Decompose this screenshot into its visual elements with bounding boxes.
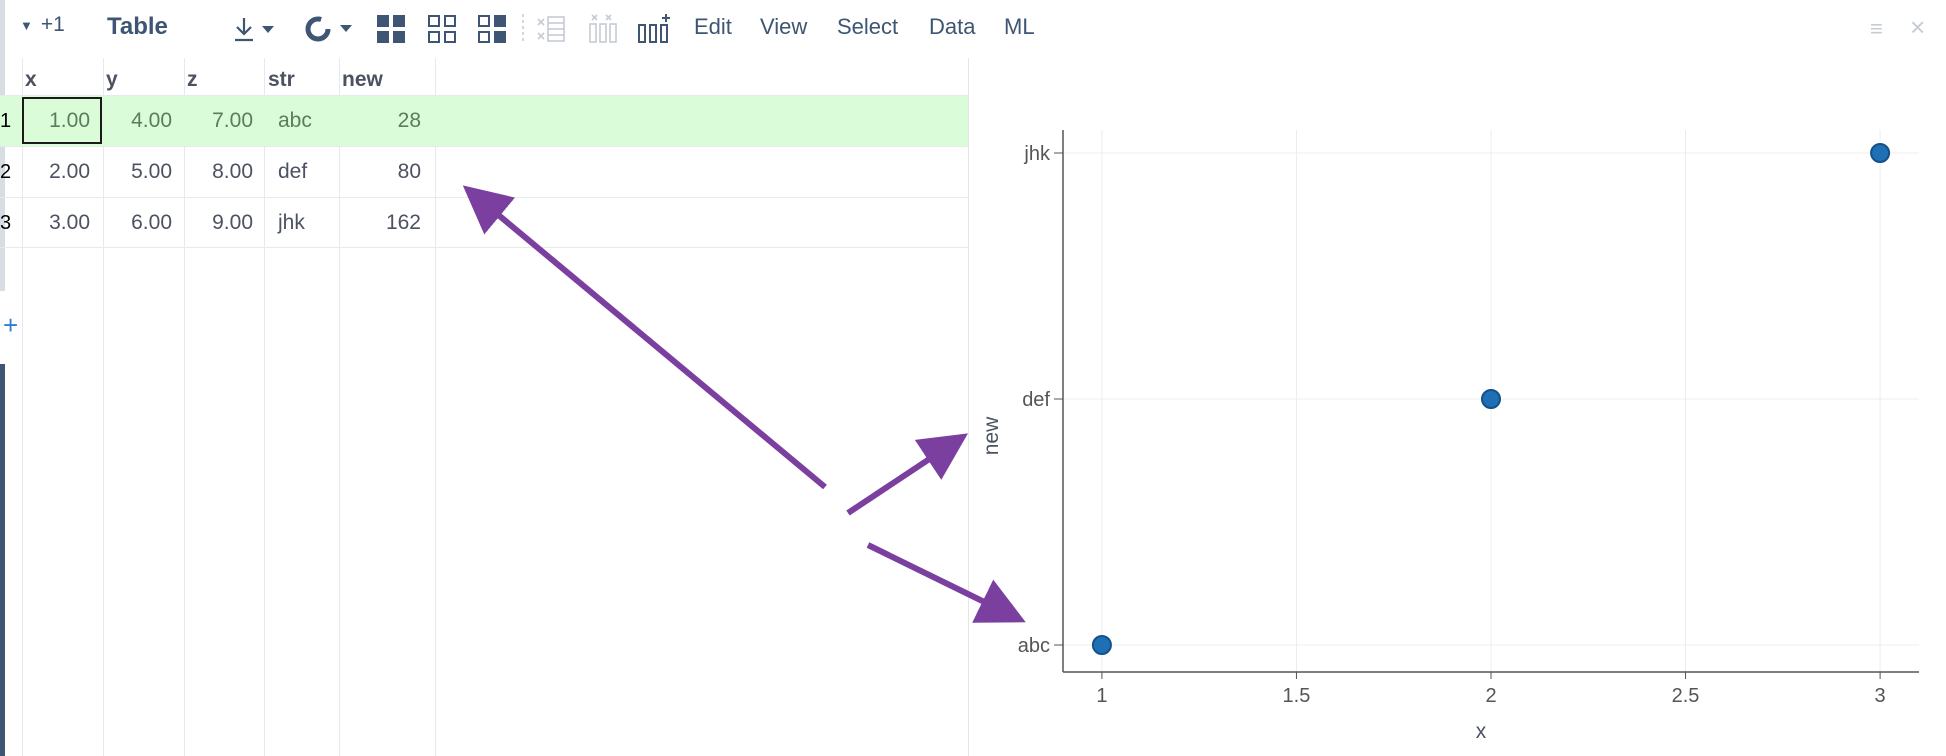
scatter-plot-panel[interactable]: 1 1.5 2 2.5 3 abc def jhk x new (968, 58, 1946, 756)
cell-str[interactable]: def (278, 160, 307, 184)
plus-icon: + (3, 310, 19, 340)
column-header-str[interactable]: str (268, 68, 295, 92)
delete-columns-icon (589, 14, 617, 43)
cell-new[interactable]: 28 (339, 109, 421, 133)
x-tick-label: 2 (1485, 685, 1496, 707)
cell-y[interactable]: 6.00 (103, 211, 172, 235)
toolbar-separator (521, 0, 525, 58)
cell-z[interactable]: 9.00 (184, 211, 253, 235)
data-grid: x y z str new 1 1.00 4.00 7.00 abc 28 2 … (0, 58, 968, 756)
cell-z[interactable]: 7.00 (184, 109, 253, 133)
cell-y[interactable]: 4.00 (103, 109, 172, 133)
data-point (1091, 635, 1112, 655)
x-tick-label: 3 (1875, 685, 1886, 707)
row-number: 3 (0, 212, 12, 234)
column-header-y[interactable]: y (106, 68, 118, 92)
delete-columns-button[interactable] (586, 0, 620, 58)
x-tick-label: 1 (1096, 685, 1107, 707)
download-button[interactable] (230, 0, 278, 58)
data-point (1481, 389, 1501, 409)
menu-ml[interactable]: ML (1004, 14, 1035, 40)
cell-str[interactable]: abc (278, 109, 312, 133)
view-count-dropdown[interactable]: ▼ +1 (20, 13, 65, 37)
column-header-z[interactable]: z (187, 68, 198, 92)
grid-outline-icon (428, 15, 456, 43)
cell-str[interactable]: jhk (278, 211, 305, 235)
x-tick-label: 2.5 (1672, 685, 1700, 707)
grid-mixed-icon (478, 15, 506, 43)
layout-mixed-button[interactable] (477, 0, 507, 58)
download-icon (235, 18, 274, 42)
hamburger-menu-icon[interactable]: ≡ (1870, 16, 1883, 42)
menu-edit[interactable]: Edit (694, 14, 732, 40)
x-tick-label: 1.5 (1283, 685, 1311, 707)
y-tick-label: abc (1018, 635, 1050, 657)
add-column-button[interactable] (636, 0, 672, 58)
view-title: Table (107, 13, 168, 40)
menu-data[interactable]: Data (929, 14, 975, 40)
cell-x[interactable]: 3.00 (22, 211, 90, 235)
delete-rows-icon (537, 16, 565, 42)
view-count-label: +1 (40, 13, 65, 36)
layout-grid-outline-button[interactable] (427, 0, 457, 58)
column-header-new[interactable]: new (342, 68, 383, 92)
menu-view[interactable]: View (760, 14, 807, 40)
table-row[interactable]: 1 1.00 4.00 7.00 abc 28 (0, 96, 968, 146)
row-number: 2 (0, 161, 12, 183)
toolbar: ▼ +1 Table Edit View Select Data ML ≡ × (0, 0, 1946, 58)
x-axis-label: x (1476, 720, 1487, 743)
y-tick-label: jhk (1023, 143, 1051, 165)
refresh-icon (305, 16, 352, 42)
grid-line (0, 247, 968, 248)
grid-filled-icon (377, 15, 405, 43)
table-row[interactable]: 3 3.00 6.00 9.00 jhk 162 (0, 198, 968, 248)
menu-select[interactable]: Select (837, 14, 898, 40)
refresh-button[interactable] (302, 0, 356, 58)
row-number: 1 (0, 110, 12, 132)
add-column-icon (638, 14, 670, 43)
y-tick-label: def (1022, 389, 1050, 411)
add-row-button[interactable]: + (3, 310, 18, 341)
scatter-plot: 1 1.5 2 2.5 3 abc def jhk x new (980, 130, 1919, 743)
cell-new[interactable]: 162 (339, 211, 421, 235)
cell-z[interactable]: 8.00 (184, 160, 253, 184)
table-row[interactable]: 2 2.00 5.00 8.00 def 80 (0, 147, 968, 197)
cell-new[interactable]: 80 (339, 160, 421, 184)
caret-down-icon: ▼ (20, 17, 33, 33)
cell-x[interactable]: 2.00 (22, 160, 90, 184)
y-axis-label: new (980, 416, 1003, 455)
data-point (1870, 143, 1891, 163)
cell-y[interactable]: 5.00 (103, 160, 172, 184)
column-header-x[interactable]: x (25, 68, 37, 92)
layout-grid-button[interactable] (376, 0, 406, 58)
close-icon[interactable]: × (1910, 12, 1925, 43)
cell-x[interactable]: 1.00 (22, 109, 90, 133)
delete-rows-button[interactable] (534, 0, 568, 58)
